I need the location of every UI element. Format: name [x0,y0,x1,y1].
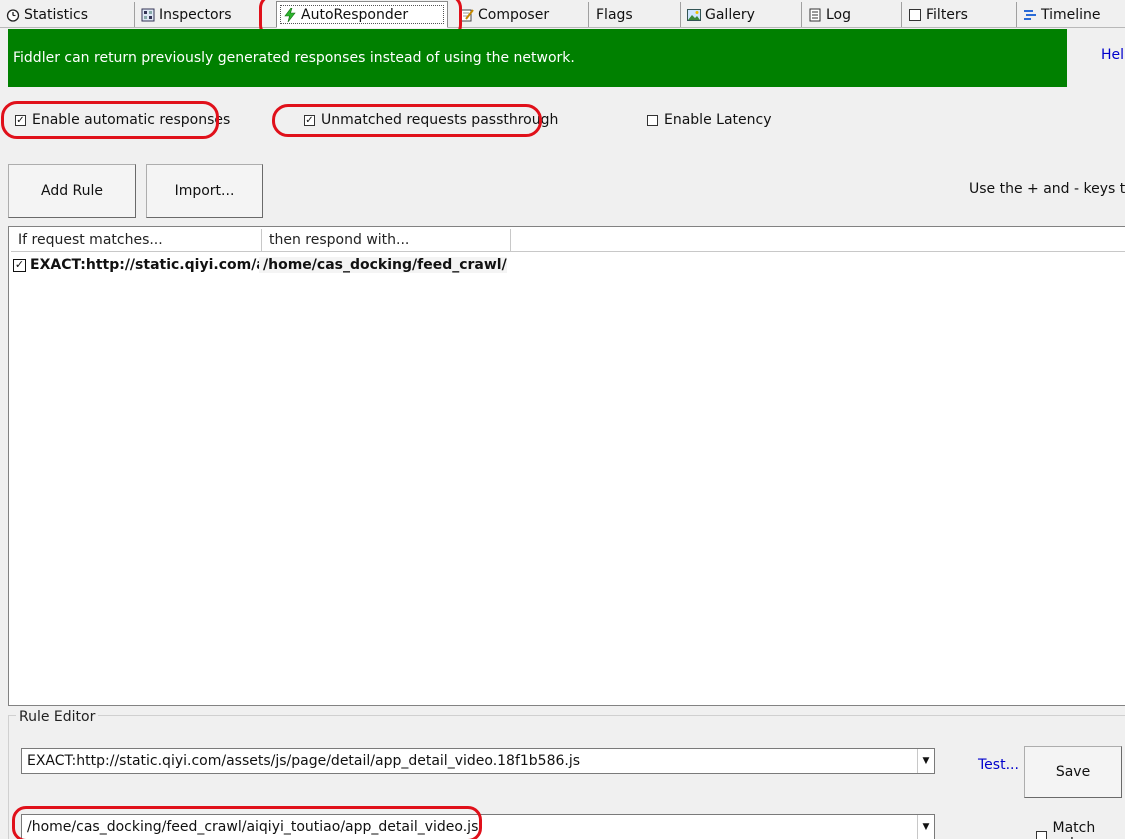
tab-log[interactable]: Log [801,2,901,27]
tab-strip: Statistics Inspectors AutoResponder Comp… [0,0,1125,28]
checkbox-unchecked-icon[interactable] [647,114,658,126]
unmatched-passthrough-checkbox[interactable]: ✓ Unmatched requests passthrough [304,112,558,128]
checkbox-icon [908,8,922,22]
column-header-respond[interactable]: then respond with... [262,229,511,252]
tab-label: Composer [478,6,550,23]
inspectors-grid-icon [141,8,155,22]
tab-flags[interactable]: Flags [588,2,680,27]
banner-text: Fiddler can return previously generated … [13,50,575,66]
keyboard-hint: Use the + and - keys to reo [969,181,1125,197]
tab-label: Statistics [24,6,88,23]
tab-statistics[interactable]: Statistics [0,2,134,27]
unmatched-passthrough-label: Unmatched requests passthrough [321,112,559,128]
tab-label: Gallery [705,6,755,23]
match-only-label: Match only [1052,820,1096,839]
timeline-bars-icon [1023,8,1037,22]
add-rule-button[interactable]: Add Rule [8,164,136,218]
rule-match-text: EXACT:http://static.qiyi.com/asset... [30,257,259,273]
tab-inspectors[interactable]: Inspectors [134,2,276,27]
tab-filters[interactable]: Filters [901,2,1016,27]
match-combobox[interactable]: EXACT:http://static.qiyi.com/assets/js/p… [21,748,935,774]
enable-latency-label: Enable Latency [664,112,772,128]
enable-automatic-responses-label: Enable automatic responses [32,112,231,128]
column-header-match[interactable]: If request matches... [11,229,262,252]
tab-autoresponder[interactable]: AutoResponder [276,1,448,28]
tab-label: Filters [926,6,968,23]
enable-automatic-responses-checkbox[interactable]: ✓ Enable automatic responses [15,112,230,128]
respond-value: /home/cas_docking/feed_crawl/aiqiyi_tout… [27,819,479,835]
pencil-note-icon [460,8,474,22]
picture-icon [687,8,701,22]
enable-latency-checkbox[interactable]: Enable Latency [647,112,771,128]
checkbox-checked-icon[interactable]: ✓ [15,114,26,126]
rule-match-cell[interactable]: ✓ EXACT:http://static.qiyi.com/asset... [11,257,259,273]
lightning-icon [283,7,297,22]
tab-label: Inspectors [159,6,232,23]
rule-enabled-checkbox[interactable]: ✓ [13,258,26,272]
rule-respond-cell[interactable]: /home/cas_docking/feed_crawl/aiq... [259,257,507,273]
help-link[interactable]: Help [1101,47,1125,63]
import-button[interactable]: Import... [146,164,263,218]
dropdown-arrow-icon[interactable]: ▼ [917,749,934,773]
tab-composer[interactable]: Composer [454,2,588,27]
info-banner: Fiddler can return previously generated … [8,29,1067,87]
tab-timeline[interactable]: Timeline [1016,2,1125,27]
stopwatch-icon [6,8,20,22]
dropdown-arrow-icon[interactable]: ▼ [917,815,934,839]
respond-combobox[interactable]: /home/cas_docking/feed_crawl/aiqiyi_tout… [21,814,935,839]
tab-label: Log [826,6,852,23]
test-link[interactable]: Test... [978,757,1019,773]
column-header-filler [511,229,1125,252]
rule-editor-title: Rule Editor [16,709,99,725]
match-only-checkbox[interactable]: Match only [1036,820,1125,839]
tab-label: Timeline [1041,6,1101,23]
checkbox-unchecked-icon[interactable] [1036,830,1047,839]
match-value: EXACT:http://static.qiyi.com/assets/js/p… [27,753,581,769]
tab-label: AutoResponder [301,6,409,23]
rules-list[interactable]: If request matches... then respond with.… [8,226,1125,706]
table-row[interactable]: ✓ EXACT:http://static.qiyi.com/asset... … [11,254,507,276]
tab-gallery[interactable]: Gallery [680,2,801,27]
checkbox-checked-icon[interactable]: ✓ [304,114,315,126]
document-icon [808,8,822,22]
save-button[interactable]: Save [1024,746,1122,798]
tab-label: Flags [596,6,633,23]
